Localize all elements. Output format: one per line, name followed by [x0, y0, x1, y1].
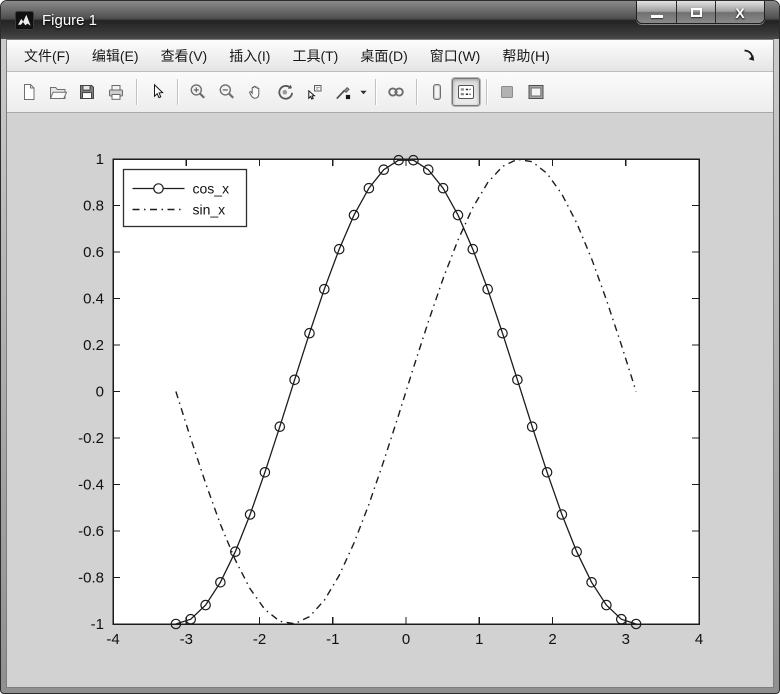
pan-icon	[246, 82, 266, 102]
figure-canvas[interactable]: -4 -3 -2 -1 0 1 2 3 4 -1 -0.8 -0.6 -0.4 -0.2 0 0.2 0.4 0.…	[7, 113, 773, 687]
menu-item-insert[interactable]: 插入(I)	[218, 42, 281, 70]
insert-colorbar-button[interactable]	[423, 78, 451, 106]
menu-item-desktop[interactable]: 桌面(D)	[349, 42, 418, 70]
y-tick-label: -1	[91, 616, 104, 633]
toolbar-separator	[416, 79, 417, 105]
plot-area[interactable]	[113, 159, 699, 624]
link-plot-icon	[386, 82, 406, 102]
data-cursor-button[interactable]	[300, 78, 328, 106]
dock-figure-arrow-icon[interactable]	[742, 48, 757, 63]
open-file-button[interactable]	[44, 78, 72, 106]
maximize-icon	[691, 8, 702, 17]
minimize-icon	[651, 15, 663, 18]
toolbar-separator	[177, 79, 178, 105]
x-tick-label: -1	[326, 631, 339, 648]
save-figure-icon	[77, 82, 97, 102]
y-tick-label: 0.6	[83, 244, 104, 261]
zoom-in-button[interactable]	[184, 78, 212, 106]
x-tick-label: -4	[106, 631, 119, 648]
rotate-3d-icon	[275, 82, 295, 102]
rotate-3d-button[interactable]	[271, 78, 299, 106]
y-tick-label: 1	[96, 151, 104, 168]
y-tick-label: 0.4	[83, 291, 104, 308]
insert-legend-button[interactable]	[452, 78, 480, 106]
close-button[interactable]: X	[715, 1, 764, 24]
figure-window: Figure 1 X 文件(F)编辑(E)查看(V)插入(I)工具(T)桌面(D…	[0, 0, 780, 694]
new-figure-icon	[19, 82, 39, 102]
menu-bar: 文件(F)编辑(E)查看(V)插入(I)工具(T)桌面(D)窗口(W)帮助(H)	[7, 40, 773, 72]
menu-item-view[interactable]: 查看(V)	[150, 42, 219, 70]
x-tick-label: -3	[180, 631, 193, 648]
menu-item-tools[interactable]: 工具(T)	[281, 42, 349, 70]
zoom-out-icon	[217, 82, 237, 102]
y-tick-label: -0.8	[78, 570, 104, 587]
print-figure-icon	[106, 82, 126, 102]
save-figure-button[interactable]	[73, 78, 101, 106]
toolbar-separator	[486, 79, 487, 105]
figure-client-area: 文件(F)编辑(E)查看(V)插入(I)工具(T)桌面(D)窗口(W)帮助(H)…	[6, 39, 774, 688]
y-tick-label: -0.4	[78, 477, 104, 494]
zoom-out-button[interactable]	[213, 78, 241, 106]
y-tick-label: 0.2	[83, 337, 104, 354]
zoom-in-icon	[188, 82, 208, 102]
x-tick-label: 1	[475, 631, 483, 648]
window-controls: X	[636, 1, 765, 24]
legend[interactable]: cos_x sin_x	[124, 170, 247, 227]
toolbar	[7, 72, 773, 113]
x-tick-label: 3	[622, 631, 630, 648]
dock-figure-button[interactable]	[522, 78, 550, 106]
pan-button[interactable]	[242, 78, 270, 106]
edit-plot-button[interactable]	[143, 78, 171, 106]
dock-figure-icon	[526, 82, 546, 102]
svg-text:cos_x: cos_x	[193, 181, 230, 197]
window-title: Figure 1	[42, 12, 97, 29]
x-tick-label: -2	[253, 631, 266, 648]
figure-axes[interactable]: -4 -3 -2 -1 0 1 2 3 4 -1 -0.8 -0.6 -0.4 -0.2 0 0.2 0.4 0.…	[7, 113, 773, 687]
x-tick-label: 4	[695, 631, 703, 648]
x-tick-label: 2	[548, 631, 556, 648]
data-cursor-icon	[304, 82, 324, 102]
titlebar[interactable]: Figure 1 X	[1, 1, 779, 39]
y-tick-label: 0	[96, 384, 104, 401]
brush-button[interactable]	[329, 78, 357, 106]
brush-icon	[333, 82, 353, 102]
y-tick-label: -0.6	[78, 523, 104, 540]
close-icon: X	[735, 5, 744, 21]
brush-dropdown-caret-icon[interactable]	[358, 78, 369, 106]
hide-plot-tools-icon	[497, 82, 517, 102]
menu-item-window[interactable]: 窗口(W)	[419, 42, 492, 70]
svg-text:sin_x: sin_x	[193, 202, 226, 218]
toolbar-separator	[136, 79, 137, 105]
minimize-button[interactable]	[637, 1, 676, 24]
insert-legend-icon	[456, 82, 476, 102]
maximize-button[interactable]	[676, 1, 715, 24]
open-file-icon	[48, 82, 68, 102]
hide-plot-tools-button	[493, 78, 521, 106]
y-tick-label: 0.8	[83, 198, 104, 215]
matlab-logo-icon	[15, 11, 34, 30]
menu-item-help[interactable]: 帮助(H)	[491, 42, 560, 70]
insert-colorbar-icon	[427, 82, 447, 102]
y-tick-label: -0.2	[78, 430, 104, 447]
toolbar-separator	[375, 79, 376, 105]
print-figure-button[interactable]	[102, 78, 130, 106]
new-figure-button[interactable]	[15, 78, 43, 106]
menu-item-edit[interactable]: 编辑(E)	[81, 42, 150, 70]
menu-item-file[interactable]: 文件(F)	[13, 42, 81, 70]
edit-plot-icon	[147, 82, 167, 102]
x-tick-label: 0	[402, 631, 410, 648]
link-plot-button[interactable]	[382, 78, 410, 106]
